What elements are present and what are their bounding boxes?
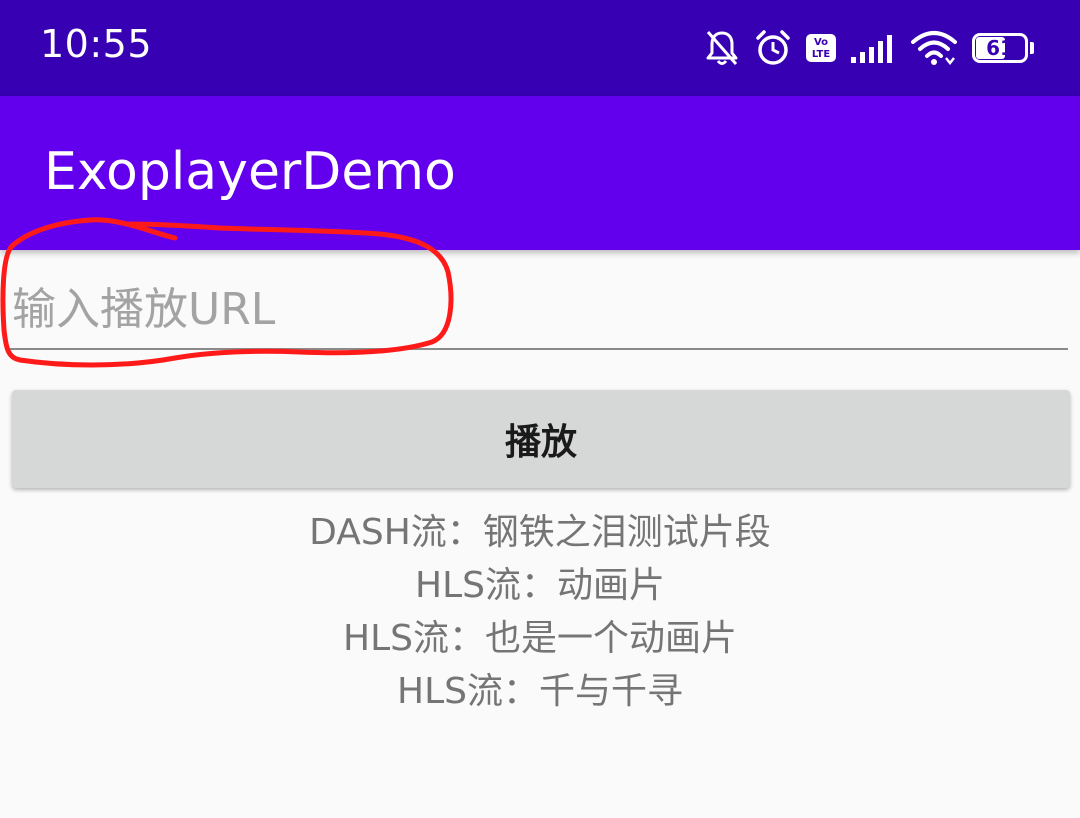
volte-icon: Vo LTE <box>806 34 836 62</box>
battery-icon: 61 <box>972 33 1034 63</box>
app-bar: ExoplayerDemo <box>0 96 1080 250</box>
stream-list: DASH流：钢铁之泪测试片段 HLS流：动画片 HLS流：也是一个动画片 HLS… <box>0 506 1080 718</box>
alarm-icon <box>754 28 792 68</box>
status-bar: 10:55 Vo LTE 61 <box>0 0 1080 96</box>
battery-level: 61 <box>986 36 1014 60</box>
bell-off-icon <box>704 28 740 68</box>
app-title: ExoplayerDemo <box>44 142 456 202</box>
status-time: 10:55 <box>40 22 153 66</box>
signal-icon <box>850 33 896 63</box>
stream-item-hls-3[interactable]: HLS流：千与千寻 <box>0 665 1080 718</box>
url-input[interactable] <box>10 270 1068 350</box>
stream-item-hls-1[interactable]: HLS流：动画片 <box>0 559 1080 612</box>
play-button[interactable]: 播放 <box>12 390 1070 488</box>
status-icons: Vo LTE 61 <box>704 26 1034 70</box>
stream-item-dash[interactable]: DASH流：钢铁之泪测试片段 <box>0 506 1080 559</box>
url-field <box>10 270 1070 352</box>
stream-item-hls-2[interactable]: HLS流：也是一个动画片 <box>0 612 1080 665</box>
wifi-icon <box>910 30 958 66</box>
